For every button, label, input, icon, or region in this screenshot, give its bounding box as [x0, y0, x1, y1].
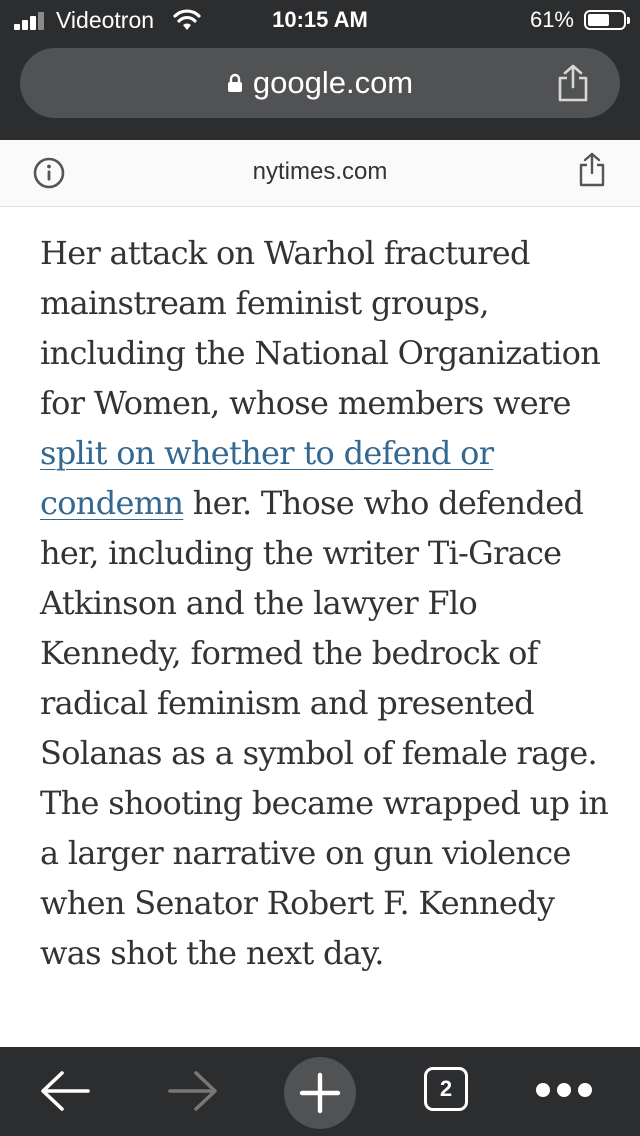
more-icon[interactable] [536, 1083, 592, 1099]
url-text[interactable]: google.com [253, 65, 413, 101]
site-domain: nytimes.com [252, 158, 388, 185]
new-tab-button[interactable] [284, 1057, 356, 1129]
battery-percent: 61% [529, 7, 574, 32]
browser-top-chrome: Videotron 10:15 AM 61% google.com [0, 0, 640, 140]
status-bar: Videotron 10:15 AM 61% [0, 0, 640, 40]
forward-arrow-icon[interactable] [166, 1069, 220, 1113]
share-icon[interactable] [578, 152, 606, 188]
lock-icon [227, 73, 242, 92]
tabs-button[interactable]: 2 [424, 1067, 468, 1111]
site-header: nytimes.com [0, 140, 640, 207]
article-body: Her attack on Warhol fractured mainstrea… [40, 228, 610, 978]
plus-icon [299, 1072, 341, 1114]
back-arrow-icon[interactable] [38, 1069, 92, 1113]
tab-count: 2 [439, 1076, 453, 1101]
article-text-after-link: her. Those who defended her, including t… [40, 484, 609, 972]
article-text-before-link: Her attack on Warhol fractured mainstrea… [40, 234, 601, 422]
share-icon[interactable] [556, 64, 590, 102]
battery-icon [584, 10, 630, 30]
browser-toolbar: 2 [0, 1047, 640, 1136]
url-bar[interactable]: google.com [20, 48, 620, 118]
